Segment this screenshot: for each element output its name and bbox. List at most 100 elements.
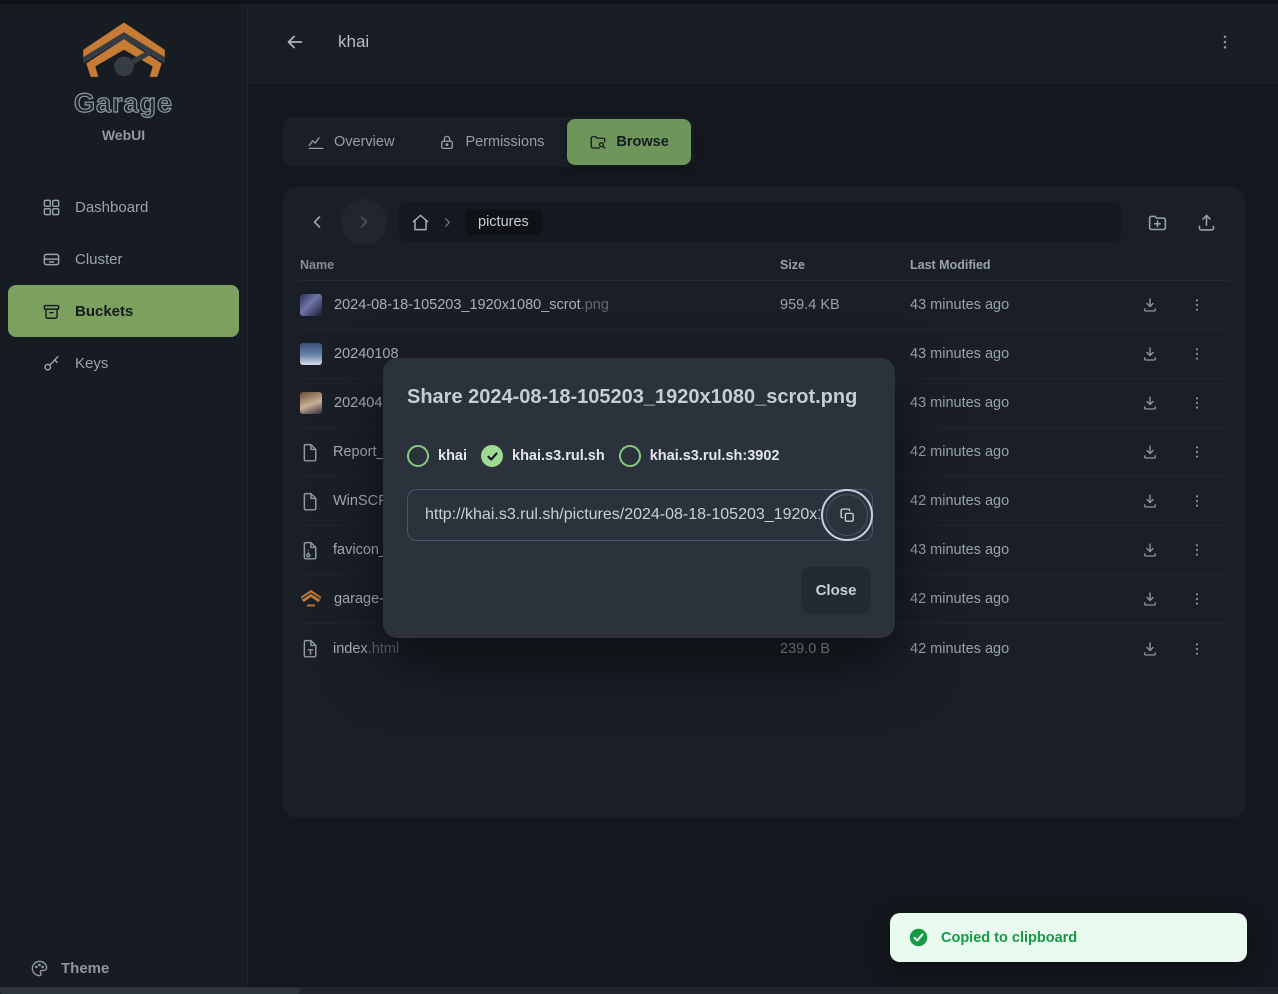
sidebar-nav: Dashboard Cluster Buckets bbox=[0, 181, 247, 389]
download-icon[interactable] bbox=[1141, 590, 1159, 608]
copy-icon bbox=[839, 507, 856, 524]
file-icon bbox=[300, 442, 321, 463]
toast-message: Copied to clipboard bbox=[941, 930, 1077, 946]
row-kebab-icon[interactable] bbox=[1189, 641, 1205, 657]
history-back-chevron-icon[interactable] bbox=[299, 212, 335, 232]
download-icon[interactable] bbox=[1141, 345, 1159, 363]
sidebar-item-keys[interactable]: Keys bbox=[8, 337, 239, 389]
history-forward-chevron-icon[interactable] bbox=[341, 199, 387, 245]
tab-permissions[interactable]: Permissions bbox=[416, 117, 566, 167]
download-icon[interactable] bbox=[1141, 492, 1159, 510]
breadcrumb-folder-pictures[interactable]: pictures bbox=[465, 209, 542, 235]
copy-url-button[interactable] bbox=[826, 494, 868, 536]
file-name: index bbox=[333, 641, 368, 657]
lock-icon bbox=[438, 133, 456, 151]
file-modified: 43 minutes ago bbox=[910, 542, 1133, 558]
tab-browse[interactable]: Browse bbox=[567, 119, 690, 165]
sidebar-item-label: Cluster bbox=[75, 251, 123, 268]
horizontal-scrollbar[interactable] bbox=[0, 987, 1278, 994]
file-modified: 43 minutes ago bbox=[910, 297, 1133, 313]
download-icon[interactable] bbox=[1141, 394, 1159, 412]
toast-notification: Copied to clipboard bbox=[890, 913, 1247, 962]
chevron-right-icon bbox=[440, 215, 455, 230]
back-arrow-icon[interactable] bbox=[284, 31, 306, 53]
garage-logo-icon bbox=[78, 18, 170, 86]
sidebar-item-buckets[interactable]: Buckets bbox=[8, 285, 239, 337]
file-modified: 42 minutes ago bbox=[910, 591, 1133, 607]
radio-option-khai-s3-3902[interactable]: khai.s3.rul.sh:3902 bbox=[619, 445, 780, 467]
row-kebab-icon[interactable] bbox=[1189, 591, 1205, 607]
file-extension: .html bbox=[368, 641, 399, 657]
home-icon[interactable] bbox=[411, 213, 430, 232]
row-kebab-icon[interactable] bbox=[1189, 395, 1205, 411]
file-size: 239.0 B bbox=[780, 641, 910, 657]
tab-label: Permissions bbox=[465, 134, 544, 150]
row-kebab-icon[interactable] bbox=[1189, 493, 1205, 509]
sidebar-item-dashboard[interactable]: Dashboard bbox=[8, 181, 239, 233]
column-size: Size bbox=[780, 258, 910, 272]
radio-option-khai[interactable]: khai bbox=[407, 445, 467, 467]
theme-toggle[interactable]: Theme bbox=[30, 959, 109, 978]
toolbar-actions bbox=[1147, 212, 1229, 233]
image-thumbnail bbox=[300, 392, 322, 414]
download-icon[interactable] bbox=[1141, 443, 1159, 461]
bucket-tabs: Overview Permissions bbox=[283, 117, 694, 167]
file-name: 2024-08-18-105203_1920x1080_scrot bbox=[334, 297, 581, 313]
radio-label: khai.s3.rul.sh:3902 bbox=[650, 448, 780, 464]
tab-label: Browse bbox=[616, 134, 668, 150]
app-logo: Garage WebUI bbox=[74, 18, 173, 143]
share-modal-footer: Close bbox=[407, 567, 871, 614]
window-top-edge bbox=[0, 0, 1278, 4]
cluster-drawer-icon bbox=[42, 250, 61, 269]
new-folder-icon[interactable] bbox=[1147, 212, 1168, 233]
share-modal: Share 2024-08-18-105203_1920x1080_scrot.… bbox=[383, 358, 895, 638]
sidebar: Garage WebUI Dashboard Clus bbox=[0, 0, 248, 994]
line-chart-icon bbox=[307, 133, 325, 151]
table-header: Name Size Last Modified bbox=[299, 249, 1229, 281]
file-html-icon bbox=[300, 638, 321, 659]
upload-icon[interactable] bbox=[1196, 212, 1217, 233]
share-url-row bbox=[407, 489, 873, 541]
radio-unchecked-icon bbox=[619, 445, 641, 467]
bucket-title: khai bbox=[338, 32, 369, 52]
sidebar-item-label: Dashboard bbox=[75, 199, 148, 216]
radio-label: khai bbox=[438, 448, 467, 464]
browser-toolbar: pictures bbox=[299, 199, 1229, 245]
file-modified: 42 minutes ago bbox=[910, 493, 1133, 509]
row-kebab-icon[interactable] bbox=[1189, 542, 1205, 558]
radio-option-khai-s3[interactable]: khai.s3.rul.sh bbox=[481, 445, 605, 467]
bucket-menu-kebab-icon[interactable] bbox=[1216, 33, 1234, 51]
palette-icon bbox=[30, 959, 49, 978]
folder-search-icon bbox=[589, 133, 607, 151]
image-thumbnail bbox=[300, 294, 322, 316]
close-button[interactable]: Close bbox=[801, 567, 871, 614]
file-modified: 43 minutes ago bbox=[910, 346, 1133, 362]
tab-label: Overview bbox=[334, 134, 394, 150]
row-kebab-icon[interactable] bbox=[1189, 297, 1205, 313]
file-modified: 42 minutes ago bbox=[910, 641, 1133, 657]
radio-label: khai.s3.rul.sh bbox=[512, 448, 605, 464]
breadcrumb: pictures bbox=[399, 202, 1121, 242]
file-extension: .png bbox=[581, 297, 609, 313]
tab-overview[interactable]: Overview bbox=[285, 117, 416, 167]
column-last-modified: Last Modified bbox=[910, 258, 1133, 272]
image-thumbnail bbox=[300, 343, 322, 365]
download-icon[interactable] bbox=[1141, 541, 1159, 559]
share-domain-options: khai khai.s3.rul.sh khai.s3.rul.sh:3902 bbox=[407, 445, 871, 467]
radio-checked-icon bbox=[481, 445, 503, 467]
column-name: Name bbox=[299, 258, 780, 272]
dashboard-grid-icon bbox=[42, 198, 61, 217]
download-icon[interactable] bbox=[1141, 640, 1159, 658]
share-url-input[interactable] bbox=[407, 489, 873, 541]
table-row[interactable]: 2024-08-18-105203_1920x1080_scrot.png 95… bbox=[299, 281, 1229, 330]
row-kebab-icon[interactable] bbox=[1189, 444, 1205, 460]
garage-logo-thumbnail bbox=[300, 588, 322, 610]
file-icon bbox=[300, 491, 321, 512]
row-kebab-icon[interactable] bbox=[1189, 346, 1205, 362]
file-modified: 42 minutes ago bbox=[910, 444, 1133, 460]
sidebar-item-cluster[interactable]: Cluster bbox=[8, 233, 239, 285]
scrollbar-thumb[interactable] bbox=[0, 987, 300, 994]
file-size: 959.4 KB bbox=[780, 297, 910, 313]
buckets-archive-icon bbox=[42, 302, 61, 321]
download-icon[interactable] bbox=[1141, 296, 1159, 314]
